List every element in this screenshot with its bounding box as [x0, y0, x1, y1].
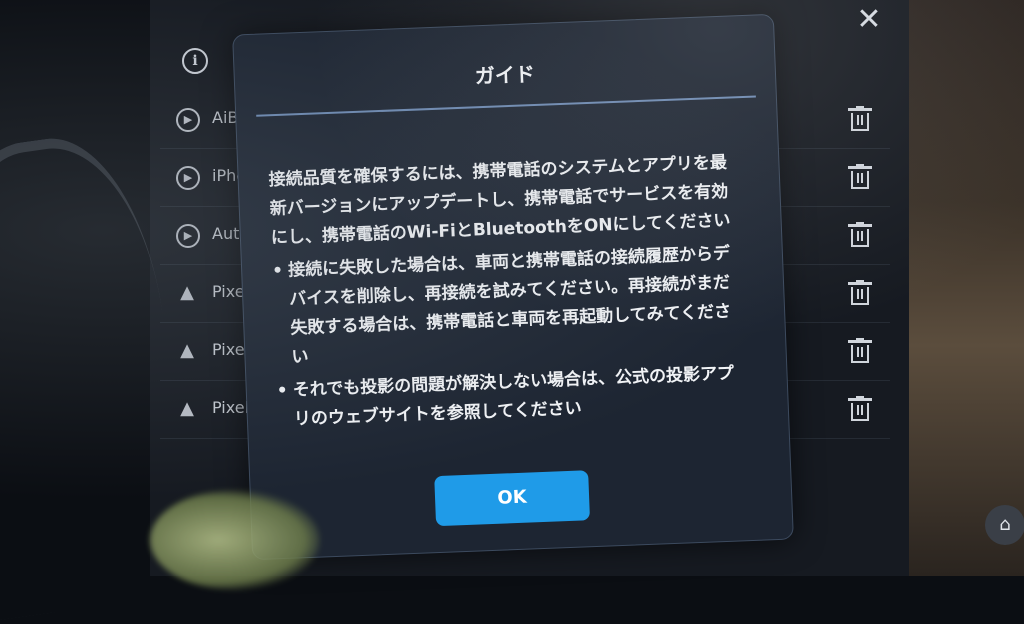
play-icon: ▶ [176, 224, 200, 248]
dialog-divider [256, 95, 756, 117]
play-icon: ▶ [176, 166, 200, 190]
background-photo-right [909, 0, 1024, 576]
dialog-intro: 接続品質を確保するには、携帯電話のシステムとアプリを最新バージョンにアップデート… [268, 152, 731, 249]
trash-icon[interactable] [848, 338, 872, 364]
close-icon[interactable]: ✕ [855, 5, 883, 35]
android-auto-icon: ▲ [180, 398, 194, 419]
trash-icon[interactable] [848, 106, 872, 132]
home-icon[interactable]: ⌂ [985, 505, 1024, 545]
android-auto-icon: ▲ [180, 340, 194, 361]
play-icon: ▶ [176, 108, 200, 132]
dialog-body[interactable]: 接続品質を確保するには、携帯電話のシステムとアプリを最新バージョンにアップデート… [268, 149, 739, 451]
trash-icon[interactable] [848, 222, 872, 248]
dialog-title: ガイド [474, 62, 536, 89]
info-icon[interactable]: i [182, 48, 208, 74]
foreground-plant [150, 490, 320, 590]
trash-icon[interactable] [848, 164, 872, 190]
android-auto-icon: ▲ [180, 282, 194, 303]
trash-icon[interactable] [848, 280, 872, 306]
device-name: Pixel [212, 398, 250, 417]
trash-icon[interactable] [848, 396, 872, 422]
dialog-bullet: 接続に失敗した場合は、車両と携帯電話の接続履歴からデバイスを削除し、再接続を試み… [272, 240, 736, 374]
ok-button[interactable]: OK [434, 470, 591, 527]
guide-dialog: ガイド 接続品質を確保するには、携帯電話のシステムとアプリを最新バージョンにアッ… [232, 13, 794, 561]
dialog-bullets: 接続に失敗した場合は、車両と携帯電話の接続履歴からデバイスを削除し、再接続を試み… [272, 240, 738, 436]
